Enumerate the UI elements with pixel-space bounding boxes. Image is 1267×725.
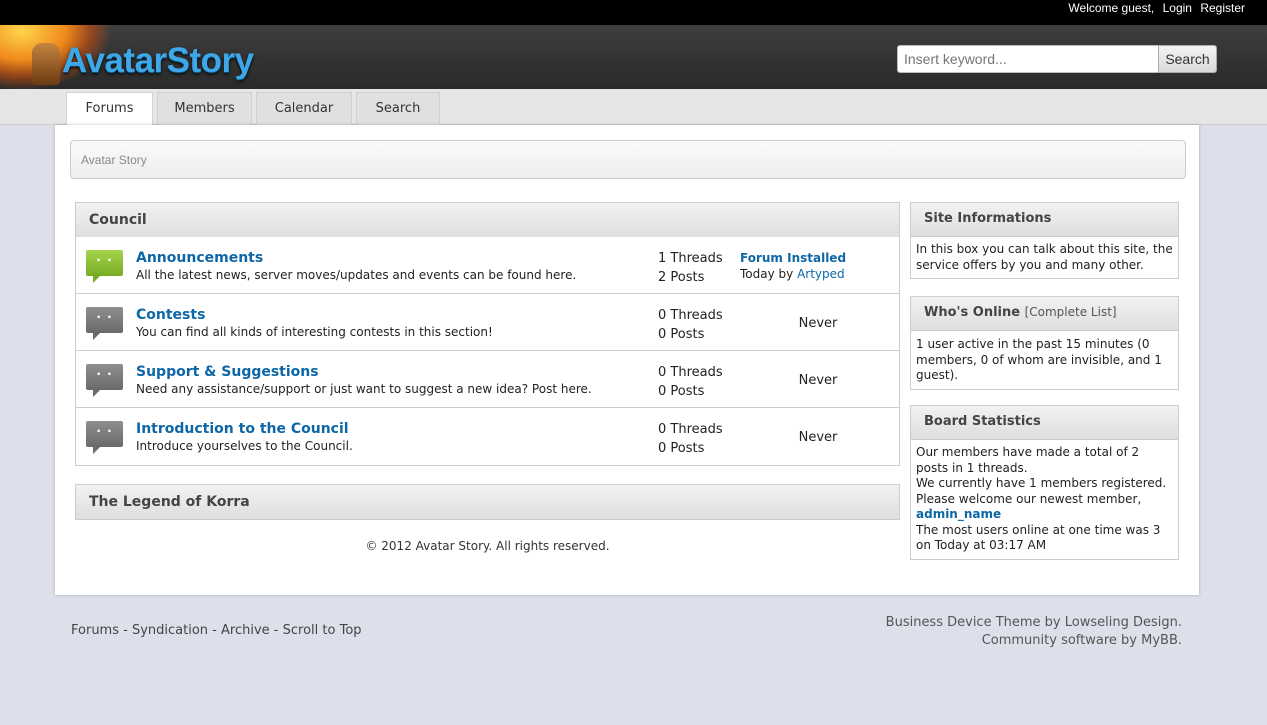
whos-online-text: 1 user active in the past 15 minutes (0 … [916,337,1162,382]
newest-member-link[interactable]: admin_name [916,507,1173,523]
footer-links: Forums - Syndication - Archive - Scroll … [71,623,362,638]
forum-link-introduction[interactable]: Introduction to the Council [136,421,349,437]
whos-online-box: Who's Online [Complete List] 1 user acti… [910,296,1179,390]
tab-forums[interactable]: Forums [66,92,153,126]
footer-link-forums[interactable]: Forums [71,623,119,638]
nav-bar: Forums Members Calendar Search [0,89,1267,126]
forum-stats: 0 Threads 0 Posts [658,363,723,401]
last-post-never: Never [798,430,838,445]
thread-count: 0 Threads [658,308,723,323]
post-count: 0 Posts [658,441,705,456]
new-posts-icon: · · ‿ [86,250,123,283]
login-link[interactable]: Login [1163,1,1192,15]
forum-description: All the latest news, server moves/update… [136,268,577,282]
stats-posts-threads: Our members have made a total of 2 posts… [916,445,1140,475]
board-stats-title: Board Statistics [911,406,1178,440]
category-header-council[interactable]: Council [75,202,900,238]
forum-link-contests[interactable]: Contests [136,307,205,323]
board-stats-body: Our members have made a total of 2 posts… [911,440,1178,559]
footer-separator: - [119,623,132,638]
complete-list-link[interactable]: [Complete List] [1025,305,1117,319]
footer-credits: Business Device Theme by Lowseling Desig… [886,614,1182,650]
last-post-time: Today by [740,267,794,281]
stats-most-online: The most users online at one time was 3 … [916,522,1161,553]
whos-online-header: Who's Online [Complete List] [911,297,1178,331]
forum-stats: 0 Threads 0 Posts [658,420,723,458]
forum-row: · · ‿ Contests You can find all kinds of … [76,294,899,351]
tab-members[interactable]: Members [157,92,252,125]
category-header-legend-of-korra[interactable]: The Legend of Korra [75,484,900,520]
breadcrumb[interactable]: Avatar Story [70,140,1186,179]
post-count: 0 Posts [658,384,705,399]
last-post-link[interactable]: Forum Installed [740,250,846,266]
forum-description: You can find all kinds of interesting co… [136,325,493,339]
user-links: Welcome guest, Login Register [1063,1,1245,15]
no-new-posts-icon: · · ‿ [86,364,123,397]
site-logo[interactable]: AvatarStory [0,25,280,89]
tab-search[interactable]: Search [356,92,440,125]
stats-members: We currently have 1 members registered. [916,476,1167,490]
last-post-user-link[interactable]: Artyped [797,267,845,281]
register-link[interactable]: Register [1200,1,1245,15]
board-stats-box: Board Statistics Our members have made a… [910,405,1179,560]
site-header: AvatarStory Search [0,25,1267,89]
character-graphic [32,43,60,85]
forum-description: Need any assistance/support or just want… [136,382,592,396]
forum-row: · · ‿ Introduction to the Council Introdu… [76,408,899,465]
theme-credit[interactable]: Business Device Theme by Lowseling Desig… [886,614,1182,632]
post-count: 2 Posts [658,270,705,285]
welcome-text: Welcome guest, [1068,1,1155,15]
search-input[interactable] [897,45,1159,73]
forum-description: Introduce yourselves to the Council. [136,439,353,453]
last-post-never: Never [798,316,838,331]
footer-separator: - [208,623,222,638]
footer-separator: - [269,623,283,638]
search-button[interactable]: Search [1158,45,1217,73]
site-info-box: Site Informations In this box you can ta… [910,202,1179,279]
last-post-never: Never [798,373,838,388]
tab-calendar[interactable]: Calendar [256,92,352,125]
forum-stats: 0 Threads 0 Posts [658,306,723,344]
forum-row: · · ‿ Announcements All the latest news, … [76,237,899,294]
site-info-text: In this box you can talk about this site… [916,242,1173,272]
forum-list-council: · · ‿ Announcements All the latest news, … [75,237,900,466]
post-count: 0 Posts [658,327,705,342]
thread-count: 1 Threads [658,251,723,266]
thread-count: 0 Threads [658,365,723,380]
footer-link-scroll-top[interactable]: Scroll to Top [283,623,362,638]
forum-row: · · ‿ Support & Suggestions Need any assi… [76,351,899,408]
forum-stats: 1 Threads 2 Posts [658,249,723,287]
software-credit[interactable]: Community software by MyBB. [886,632,1182,650]
site-info-title: Site Informations [911,203,1178,237]
forum-link-support-suggestions[interactable]: Support & Suggestions [136,364,319,380]
logo-text: AvatarStory [62,41,254,80]
main-panel: Avatar Story Council · · ‿ Announcements … [55,125,1199,595]
whos-online-title: Who's Online [924,305,1021,320]
footer-link-syndication[interactable]: Syndication [132,623,208,638]
stats-welcome: Please welcome our newest member, [916,491,1142,506]
no-new-posts-icon: · · ‿ [86,307,123,340]
last-post: Forum Installed Today by Artyped [740,250,846,282]
no-new-posts-icon: · · ‿ [86,421,123,454]
top-bar: Welcome guest, Login Register [0,0,1267,25]
forum-link-announcements[interactable]: Announcements [136,250,263,266]
thread-count: 0 Threads [658,422,723,437]
footer-link-archive[interactable]: Archive [221,623,270,638]
copyright-text: © 2012 Avatar Story. All rights reserved… [365,539,610,553]
